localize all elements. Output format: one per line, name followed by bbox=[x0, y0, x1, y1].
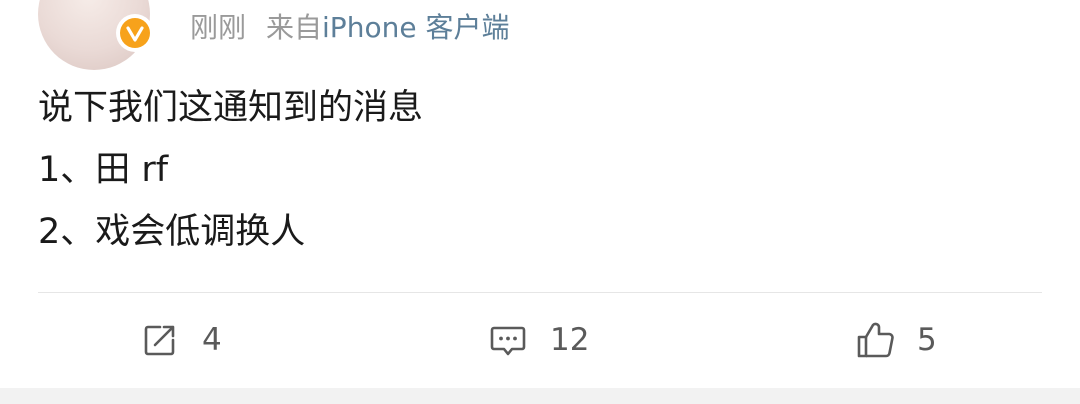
repost-button[interactable]: 4 bbox=[140, 318, 222, 362]
post-source-link[interactable]: iPhone 客户端 bbox=[322, 11, 509, 44]
like-count: 5 bbox=[917, 322, 937, 358]
comment-button[interactable]: 12 bbox=[488, 318, 589, 362]
source-prefix: 来自 bbox=[266, 11, 323, 44]
thumbs-up-icon bbox=[855, 320, 895, 360]
comment-count: 12 bbox=[550, 322, 590, 358]
post-text-line-2: 1、田 rf bbox=[38, 150, 169, 190]
post-text-line-3: 2、戏会低调换人 bbox=[38, 212, 306, 252]
repost-icon bbox=[140, 320, 180, 360]
like-button[interactable]: 5 bbox=[855, 318, 937, 362]
verified-badge-icon bbox=[116, 14, 154, 52]
post-text-line-1: 说下我们这通知到的消息 bbox=[38, 88, 424, 128]
post-time: 刚刚 bbox=[190, 11, 247, 44]
divider bbox=[38, 292, 1042, 293]
post-meta: 刚刚 来自iPhone 客户端 bbox=[190, 6, 509, 50]
comment-icon bbox=[488, 320, 528, 360]
post-card: 刚刚 来自iPhone 客户端 说下我们这通知到的消息 1、田 rf 2、戏会低调… bbox=[0, 0, 1080, 388]
repost-count: 4 bbox=[202, 322, 222, 358]
